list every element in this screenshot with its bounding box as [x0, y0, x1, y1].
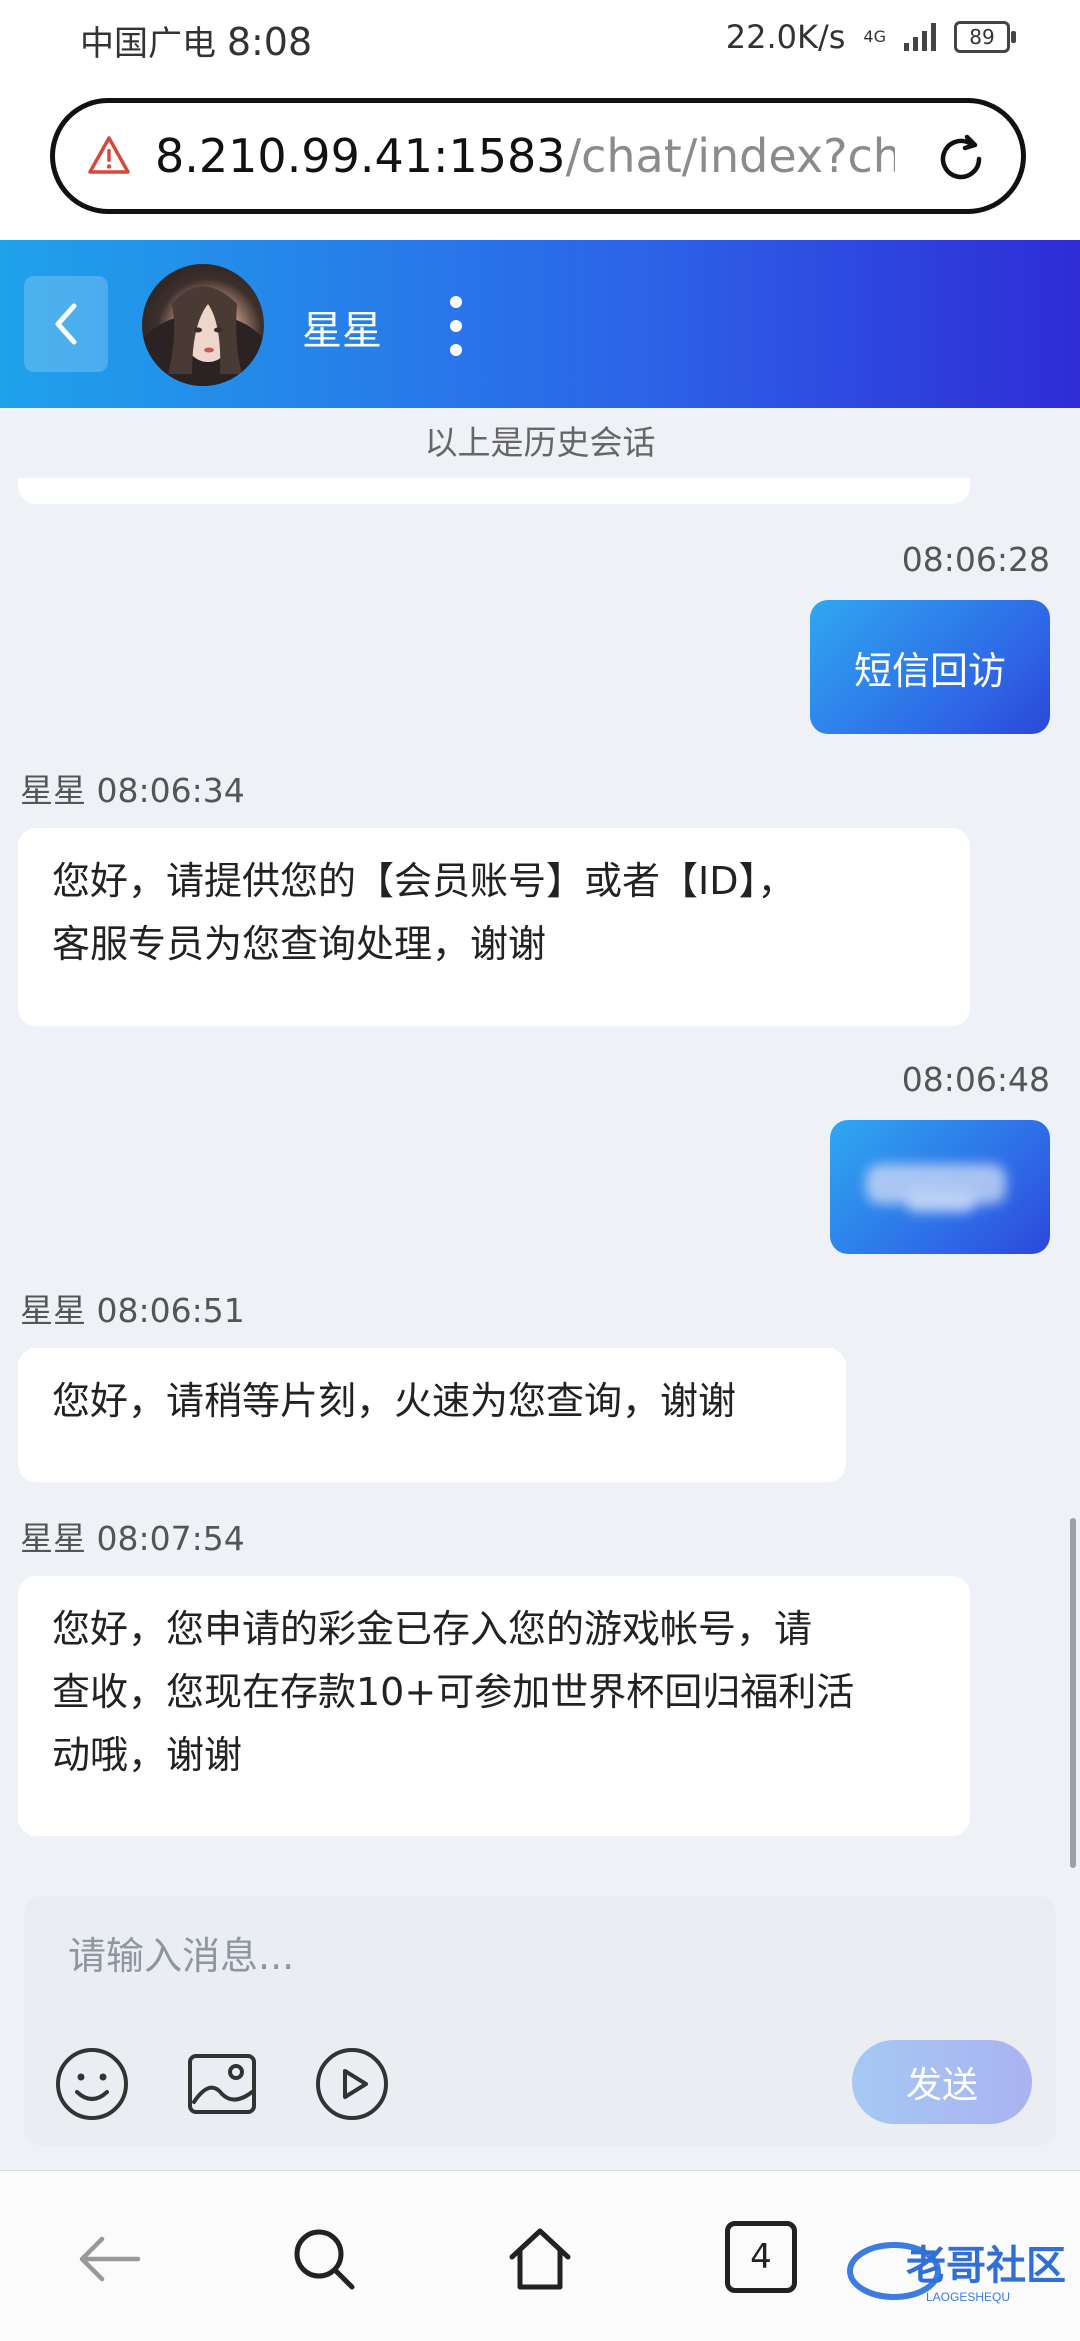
url-text[interactable]: 8.210.99.41:1583/chat/index?char	[155, 129, 895, 183]
message-text-line: 您好，请提供您的【会员账号】或者【ID】，	[52, 859, 796, 903]
battery-level: 89	[969, 25, 995, 49]
redaction-blur	[866, 1164, 1006, 1212]
watermark-logo: 老哥社区 LAOGESHEQU	[847, 2242, 1066, 2304]
message-text-line: 您好，请稍等片刻，火速为您查询，谢谢	[52, 1379, 737, 1423]
incoming-message[interactable]: 您好，您申请的彩金已存入您的游戏帐号，请 查收，您现在存款10+可参加世界杯回归…	[18, 1576, 970, 1836]
search-icon[interactable]	[286, 2221, 362, 2297]
outgoing-message[interactable]: 短信回访	[810, 600, 1050, 734]
message-text-line: 查收，您现在存款10+可参加世界杯回归福利活	[52, 1670, 855, 1714]
message-text-line: 您好，您申请的彩金已存入您的游戏帐号，请	[52, 1607, 813, 1651]
network-type: 4G	[863, 27, 886, 46]
browser-bottom-nav: 4 老哥社区 LAOGESHEQU	[0, 2170, 1080, 2341]
svg-text:LAOGESHEQU: LAOGESHEQU	[926, 2290, 1010, 2304]
reload-icon[interactable]	[933, 131, 989, 187]
outgoing-message-redacted[interactable]	[830, 1120, 1050, 1254]
url-path: /chat/index?char	[565, 129, 895, 183]
chevron-left-icon	[55, 303, 77, 345]
battery-icon: 89	[954, 21, 1016, 53]
history-note: 以上是历史会话	[424, 423, 656, 462]
vertical-dots-icon[interactable]	[448, 296, 464, 356]
status-right: 22.0K/s 4G 89	[725, 18, 1016, 56]
browser-toolbar: 8.210.99.41:1583/chat/index?char	[0, 80, 1080, 240]
message-time: 08:06:48	[901, 1060, 1050, 1099]
home-icon[interactable]	[502, 2221, 578, 2297]
chat-header: 星星	[0, 240, 1080, 408]
previous-message-bubble	[18, 478, 970, 504]
message-time: 08:06:28	[901, 540, 1050, 579]
send-button[interactable]: 发送	[852, 2040, 1032, 2124]
incoming-message[interactable]: 您好，请提供您的【会员账号】或者【ID】， 客服专员为您查询处理，谢谢	[18, 828, 970, 1026]
chat-scrollbar[interactable]	[1070, 1518, 1076, 1868]
contact-name: 星星	[302, 308, 382, 354]
status-left: 中国广电 8:08	[80, 16, 312, 65]
emoji-icon[interactable]	[52, 2044, 132, 2124]
warning-triangle-icon[interactable]	[87, 134, 131, 178]
chat-message-list[interactable]: 以上是历史会话 08:06:28 短信回访 星星 08:06:34 您好，请提供…	[0, 408, 1080, 1868]
message-sender-time: 星星 08:06:51	[20, 1291, 245, 1330]
back-button[interactable]	[24, 276, 108, 372]
signal-icon	[904, 23, 936, 51]
message-text-line: 客服专员为您查询处理，谢谢	[52, 922, 547, 966]
message-sender-time: 星星 08:06:34	[20, 771, 245, 810]
image-icon[interactable]	[182, 2044, 262, 2124]
message-composer: 发送	[24, 1896, 1056, 2146]
message-text: 短信回访	[853, 648, 1006, 693]
incoming-message[interactable]: 您好，请稍等片刻，火速为您查询，谢谢	[18, 1348, 846, 1482]
back-arrow-icon[interactable]	[72, 2221, 148, 2297]
tabs-button[interactable]: 4	[725, 2221, 797, 2293]
message-text-line: 动哦，谢谢	[52, 1733, 243, 1777]
message-sender-time: 星星 08:07:54	[20, 1519, 245, 1558]
message-input[interactable]	[24, 1896, 1056, 2016]
url-host: 8.210.99.41:1583	[155, 129, 566, 183]
avatar[interactable]	[142, 264, 264, 386]
clock: 8:08	[226, 20, 313, 64]
status-bar: 中国广电 8:08 22.0K/s 4G 89	[0, 0, 1080, 80]
network-speed: 22.0K/s	[725, 18, 846, 56]
carrier-name: 中国广电	[80, 24, 216, 64]
video-icon[interactable]	[312, 2044, 392, 2124]
svg-text:老哥社区: 老哥社区	[906, 2243, 1066, 2289]
address-bar[interactable]: 8.210.99.41:1583/chat/index?char	[50, 98, 1026, 214]
